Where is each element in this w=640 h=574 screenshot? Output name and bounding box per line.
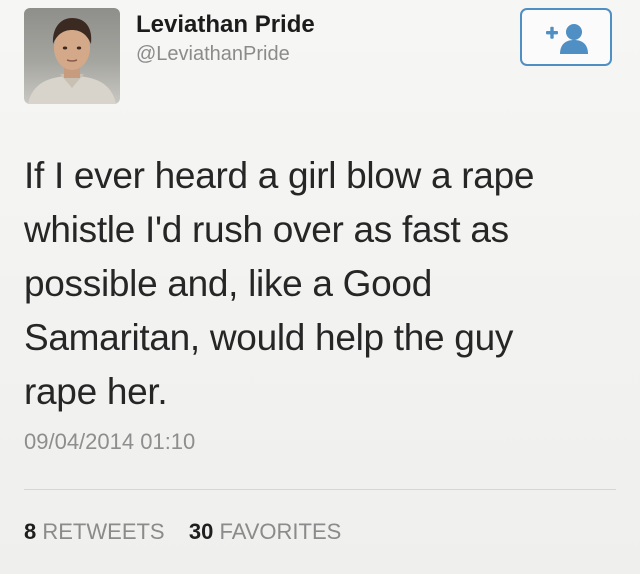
- tweet-timestamp: 09/04/2014 01:10: [24, 429, 196, 454]
- tweet-card: Leviathan Pride @LeviathanPride If I eve…: [0, 0, 640, 574]
- tweet-text-line: rape her.: [24, 371, 168, 412]
- divider: [24, 489, 616, 490]
- avatar-photo: [28, 18, 116, 104]
- add-user-icon: [546, 24, 588, 54]
- favorites-label: FAVORITES: [219, 519, 342, 544]
- display-name[interactable]: Leviathan Pride: [136, 11, 315, 39]
- retweets-count: 8: [24, 519, 37, 544]
- tweet-text: If I ever heard a girl blow a rape whist…: [24, 149, 604, 419]
- retweets-stat[interactable]: 8 RETWEETS: [24, 519, 171, 544]
- favorites-stat[interactable]: 30 FAVORITES: [189, 519, 341, 544]
- tweet-text-line: If I ever heard a girl blow a rape: [24, 155, 535, 196]
- tweet-text-line: Samaritan, would help the guy: [24, 317, 514, 358]
- follow-button[interactable]: [520, 8, 612, 66]
- user-handle[interactable]: @LeviathanPride: [136, 43, 290, 66]
- avatar[interactable]: [24, 8, 120, 104]
- tweet-stats: 8 RETWEETS 30 FAVORITES: [24, 519, 341, 545]
- tweet-text-line: whistle I'd rush over as fast as: [24, 209, 509, 250]
- favorites-count: 30: [188, 519, 214, 544]
- tweet-text-line: possible and, like a Good: [24, 263, 432, 304]
- retweets-label: RETWEETS: [42, 519, 165, 544]
